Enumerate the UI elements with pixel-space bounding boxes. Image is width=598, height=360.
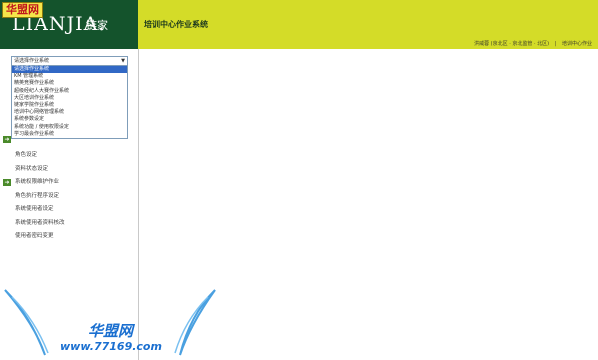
logo-chinese: 链家	[86, 19, 108, 32]
header-bar: LIANJIA. 链家 华盟网 培训中心作业系统 洪威蓉 (京北区 · 京北监管…	[0, 0, 598, 49]
sidebar-item-permission-maintenance[interactable]: ➜ 系统权限维护作业	[0, 176, 138, 190]
sidebar-item-password-change[interactable]: 使用者密码变更	[0, 230, 138, 244]
sidebar-item-label: 资料状态设定	[15, 165, 49, 172]
page-title: 培训中心作业系统	[144, 20, 208, 29]
sidebar-item-label: 角色设定	[15, 152, 38, 158]
system-select-value: 请选择作业系统	[14, 58, 50, 64]
sidebar-item-label: 系统权限维护作业	[15, 179, 60, 185]
sidebar-item-label: 系统使用者设定	[15, 206, 54, 212]
sidebar-item-role-settings[interactable]: 角色设定	[0, 149, 138, 163]
sidebar-item-data-status[interactable]: 资料状态设定	[0, 163, 138, 177]
sidebar-menu: 角色设定 资料状态设定 ➜ 系统权限维护作业 角色执行程序设定 系统使用者设定 …	[0, 149, 138, 244]
select-option[interactable]: 系统功能 / 使用权限设定	[12, 124, 127, 131]
logo-area: LIANJIA. 链家 华盟网	[0, 0, 138, 49]
watermark-url: www.77169.com	[60, 340, 162, 353]
sidebar-item-user-settings[interactable]: 系统使用者设定	[0, 203, 138, 217]
chevron-down-icon[interactable]: ▼	[121, 57, 125, 65]
user-info: 洪威蓉 (京北区 · 京北监管 · 北区)	[474, 41, 550, 47]
select-option[interactable]: 学习最会作业系统	[12, 131, 127, 138]
sidebar-item-label: 使用者密码变更	[15, 233, 54, 239]
arrow-right-icon: ➜	[3, 179, 11, 186]
arrow-right-icon[interactable]: ➜	[3, 136, 11, 143]
system-select-dropdown: 请选择作业系统 KM 管理系统 精英竞赛作业系统 超级经纪人大赛作业系统 大区培…	[11, 65, 128, 139]
watermark-label: 华盟网	[2, 2, 43, 18]
select-option[interactable]: 精英竞赛作业系统	[12, 80, 127, 87]
sidebar-item-user-data-edit[interactable]: 系统使用者资料核改	[0, 217, 138, 231]
watermark-title: 华盟网	[88, 322, 134, 340]
select-option[interactable]: 系统参数设定	[12, 116, 127, 123]
separator: |	[554, 41, 557, 47]
sidebar-item-label: 角色执行程序设定	[15, 192, 60, 199]
sidebar-item-label: 系统使用者资料核改	[15, 219, 65, 226]
current-system-link[interactable]: 培训中心作业	[562, 41, 592, 47]
sidebar-item-role-program[interactable]: 角色执行程序设定	[0, 190, 138, 204]
select-option[interactable]: 超级经纪人大赛作业系统	[12, 88, 127, 95]
select-option[interactable]: 大区培训作业系统	[12, 95, 127, 102]
user-info-bar: 洪威蓉 (京北区 · 京北监管 · 北区) | 培训中心作业	[474, 40, 592, 47]
